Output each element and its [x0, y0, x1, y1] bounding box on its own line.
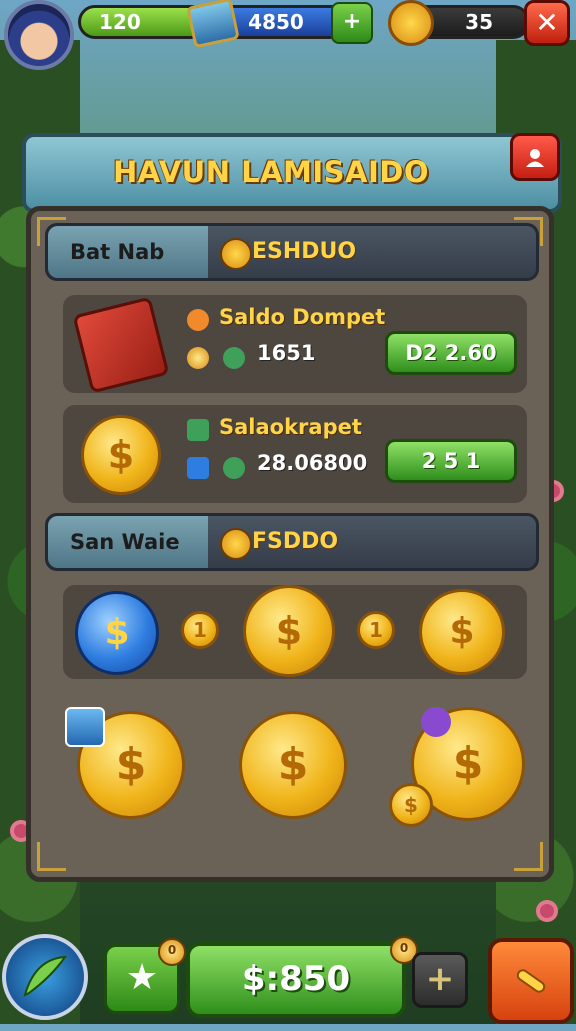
edit-icon[interactable]	[65, 707, 105, 747]
section-header-coins: San Waie FSDDO	[45, 513, 539, 571]
feather-icon	[23, 955, 68, 997]
wallet-action-label: D2 2.60	[405, 341, 497, 365]
row-value: 1651	[257, 341, 316, 365]
wallet-panel: Bat Nab ESHDUO Saldo Dompet 1651 D2 2.60…	[26, 206, 554, 882]
wallet-action-label: 2 5 1	[421, 449, 481, 473]
user-icon	[526, 149, 544, 167]
section-tab[interactable]: Bat Nab	[48, 226, 208, 278]
section-header-balance: Bat Nab ESHDUO	[45, 223, 539, 281]
title-banner: HAVUN LAMISAIDO DOMPPIA!	[22, 133, 562, 259]
player-avatar[interactable]	[4, 0, 74, 70]
wallet-action-button[interactable]: D2 2.60	[385, 331, 517, 375]
gem-value: 4850	[248, 10, 304, 34]
add-gems-button[interactable]: +	[331, 2, 373, 44]
coin-value: 35	[465, 10, 493, 34]
profile-button[interactable]	[510, 133, 560, 181]
coin-count-badge: 1	[357, 611, 395, 649]
dollar-coin-icon: $	[81, 415, 161, 495]
large-gold-coin-icon[interactable]: $	[239, 711, 347, 819]
gold-coin-icon[interactable]: $	[419, 589, 505, 675]
blue-coin-icon[interactable]: $	[75, 591, 159, 675]
carrot-icon	[187, 309, 209, 331]
sparkle-icon	[421, 707, 451, 737]
add-button[interactable]: +	[412, 952, 468, 1008]
leaf-icon	[223, 347, 245, 369]
panel-corner-ornament	[37, 842, 66, 871]
plus-icon: +	[342, 9, 362, 34]
level-value: 120	[99, 10, 141, 34]
wallet-icon	[72, 296, 170, 394]
section-header-label: ESHDUO	[252, 239, 357, 264]
section-tab[interactable]: San Waie	[48, 516, 208, 568]
row-name: Saldo Dompet	[219, 305, 386, 329]
row-value: 28.06800	[257, 451, 368, 475]
row-name: Salaokrapet	[219, 415, 362, 439]
wallet-action-button[interactable]: 2 5 1	[385, 439, 517, 483]
buy-button[interactable]: $:850	[186, 942, 406, 1018]
top-resource-bar: 120 4850 + 35 ✕	[0, 0, 576, 70]
gem-icon	[186, 0, 240, 49]
coin-icon	[220, 238, 252, 270]
card-icon	[187, 457, 209, 479]
flower-decoration	[536, 900, 558, 922]
cash-icon	[187, 419, 209, 441]
plus-icon: +	[425, 959, 455, 999]
price-label: $:850	[241, 959, 351, 999]
panel-corner-ornament	[514, 842, 543, 871]
coin-count-badge: 1	[181, 611, 219, 649]
gold-coin-icon[interactable]: $	[243, 585, 335, 677]
close-button[interactable]: ✕	[524, 0, 570, 46]
shop-button[interactable]	[488, 938, 574, 1024]
bone-icon	[516, 969, 546, 993]
star-badge: 0	[158, 938, 186, 966]
bottom-action-bar: ★ 0 $:850 0 +	[0, 930, 576, 1024]
wallet-row: $ Salaokrapet 28.06800 2 5 1	[63, 405, 527, 503]
wallet-row: Saldo Dompet 1651 D2 2.60	[63, 295, 527, 394]
coin-icon	[187, 347, 209, 369]
close-icon: ✕	[535, 6, 559, 39]
star-icon: ★	[125, 957, 159, 998]
section-header-label: FSDDO	[252, 529, 339, 554]
coin-icon	[388, 0, 434, 46]
boost-button[interactable]	[2, 934, 88, 1020]
coin-icon	[220, 528, 252, 560]
small-gold-coin-icon: $	[389, 783, 433, 827]
refresh-icon	[223, 457, 245, 479]
coin-strip: $ 1 $ 1 $	[63, 585, 527, 679]
